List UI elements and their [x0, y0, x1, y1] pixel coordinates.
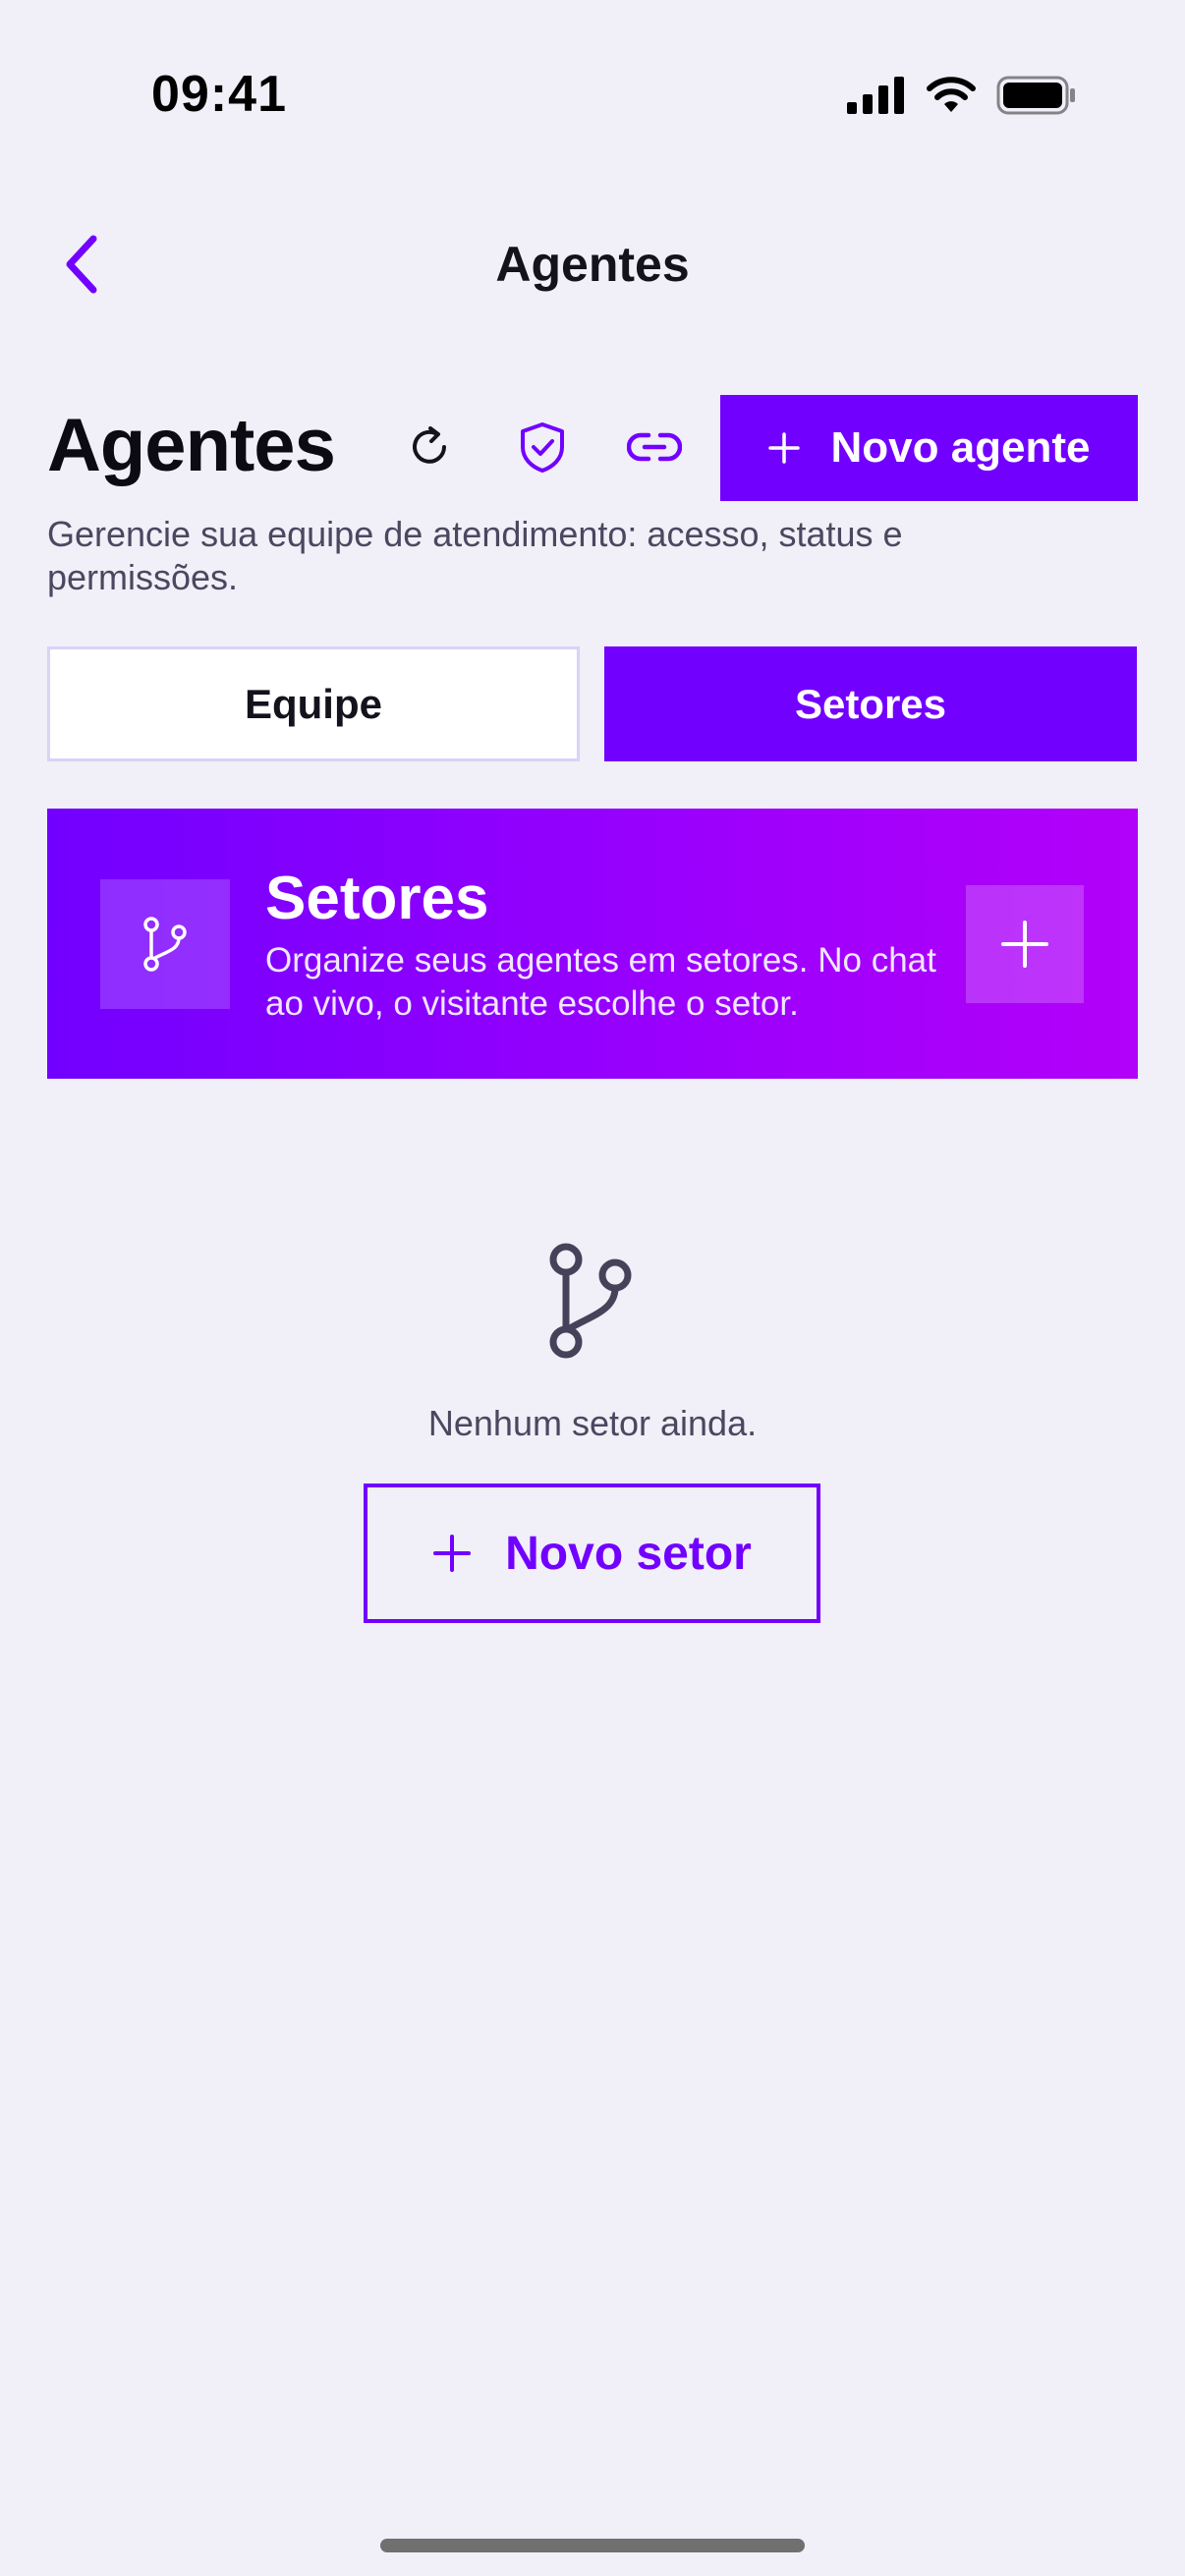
shield-check-icon [521, 422, 564, 473]
new-sector-button[interactable]: Novo setor [364, 1484, 820, 1623]
page-title: Agentes [47, 404, 336, 487]
nav-title: Agentes [495, 237, 690, 292]
link-button[interactable] [620, 413, 689, 481]
refresh-button[interactable] [395, 413, 464, 481]
new-agent-button[interactable]: Novo agente [720, 395, 1138, 501]
link-icon [627, 432, 682, 462]
git-branch-icon [549, 1243, 632, 1359]
signal-icon [847, 77, 904, 114]
sectors-banner: Setores Organize seus agentes em setores… [47, 809, 1138, 1079]
tab-equipe[interactable]: Equipe [47, 646, 580, 761]
refresh-icon [413, 426, 446, 464]
git-branch-icon [143, 917, 187, 972]
wifi-icon [927, 77, 976, 112]
plus-icon [432, 1534, 472, 1573]
new-sector-label: Novo setor [505, 1527, 752, 1580]
permissions-button[interactable] [508, 413, 577, 481]
empty-state-message: Nenhum setor ainda. [427, 1403, 758, 1443]
add-sector-button[interactable] [966, 885, 1084, 1003]
page-subtitle: Gerencie sua equipe de atendimento: aces… [47, 514, 903, 597]
tab-setores[interactable]: Setores [604, 646, 1137, 761]
status-icons [847, 73, 1077, 118]
home-indicator[interactable] [380, 2539, 805, 2552]
plus-icon [1001, 921, 1048, 968]
new-agent-label: Novo agente [830, 423, 1091, 472]
banner-description: Organize seus agentes em setores. No cha… [265, 941, 936, 1023]
status-time: 09:41 [151, 66, 287, 123]
banner-icon-box [100, 879, 230, 1009]
battery-icon [996, 76, 1075, 115]
screen: 09:41 Agentes Agentes Novo agente Gerenc… [0, 0, 1185, 2576]
plus-icon [767, 431, 801, 465]
banner-title: Setores [265, 865, 489, 932]
